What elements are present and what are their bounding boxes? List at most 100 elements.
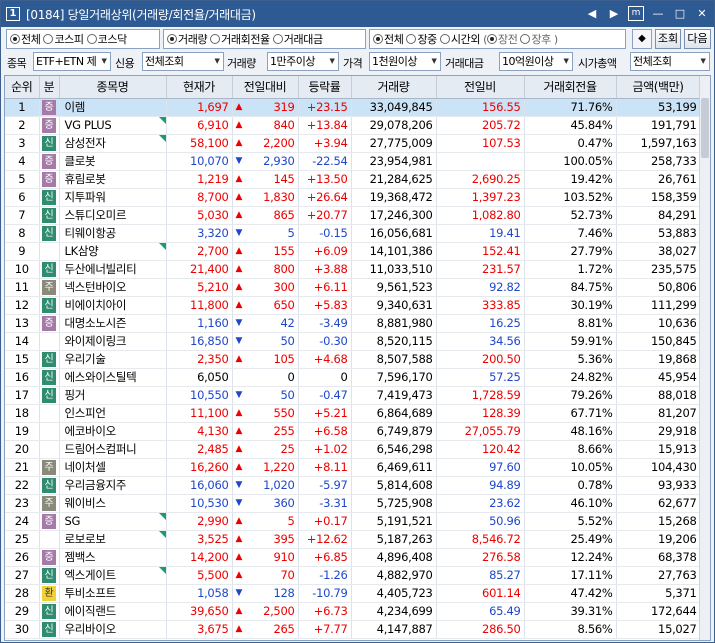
col-rank[interactable]: 순위 xyxy=(5,76,40,99)
name-cell[interactable]: 에이직랜드 xyxy=(59,602,167,621)
table-row[interactable]: 26 증 젬백스 14,200 ▲ 910 +6.85 4,896,408 276.58 12.2… xyxy=(5,548,701,567)
session-sub-radio[interactable]: 장후 xyxy=(520,31,551,47)
table-row[interactable]: 18 인스피언 11,100 ▲ 550 +5.21 6,864,689 128.39 67.7… xyxy=(5,404,701,423)
name-cell[interactable]: 투비소프트 xyxy=(59,584,167,603)
market-radio[interactable]: 코스닥 xyxy=(86,31,127,47)
next-button[interactable]: 다음 xyxy=(684,29,711,49)
table-row[interactable]: 23 주 웨이비스 10,530 ▼ 360 -3.31 5,725,908 23.62 46.1… xyxy=(5,494,701,513)
table-row[interactable]: 25 로보로보 3,525 ▲ 395 +12.62 5,187,263 8,546.72 25… xyxy=(5,530,701,549)
col-rate[interactable]: 등락률 xyxy=(298,76,352,99)
market-radio[interactable]: 전체 xyxy=(10,31,41,47)
pin-icon[interactable]: ◆ xyxy=(632,29,652,49)
memo-icon[interactable]: m xyxy=(628,6,644,21)
sort-radio[interactable]: 거래회전율 xyxy=(210,31,270,47)
table-row[interactable]: 11 주 넥스턴바이오 5,210 ▲ 300 +6.11 9,561,523 92.82 84.… xyxy=(5,278,701,297)
market-radio[interactable]: 코스피 xyxy=(43,31,84,47)
table-row[interactable]: 28 환 투비소프트 1,058 ▼ 128 -10.79 4,405,723 601.14 47… xyxy=(5,584,701,603)
close-icon[interactable]: ✕ xyxy=(694,6,710,21)
col-prev-ratio[interactable]: 전일비 xyxy=(436,76,525,99)
name-cell[interactable]: 엑스게이트 xyxy=(59,566,167,585)
name-cell[interactable]: 지투파워 xyxy=(59,188,167,207)
session-radio[interactable]: 시간외 xyxy=(439,31,480,47)
name-cell[interactable]: 젬백스 xyxy=(59,548,167,567)
credit-select[interactable]: 전체조회 ▼ xyxy=(142,52,224,71)
table-row[interactable]: 9 LK삼양 2,700 ▲ 155 +6.09 14,101,386 152.41 27.79… xyxy=(5,242,701,261)
name-cell[interactable]: 인스피언 xyxy=(59,404,167,423)
next-window-icon[interactable]: ▶ xyxy=(606,6,622,21)
table-row[interactable]: 13 증 대명소노시즌 1,160 ▼ 42 -3.49 8,881,980 16.25 8.81… xyxy=(5,314,701,333)
table-row[interactable]: 8 신 티웨이항공 3,320 ▼ 5 -0.15 16,056,681 19.41 7.46% 5… xyxy=(5,224,701,243)
table-row[interactable]: 19 에코바이오 4,130 ▲ 255 +6.58 6,749,879 27,055.79 4… xyxy=(5,422,701,441)
col-amount[interactable]: 금액(백만) xyxy=(616,76,701,99)
name-cell[interactable]: 우리기술 xyxy=(59,350,167,369)
amount-select[interactable]: 10억원이상 ▼ xyxy=(499,52,573,71)
table-row[interactable]: 27 신 엑스게이트 5,500 ▲ 70 -1.26 4,882,970 85.27 17.11… xyxy=(5,566,701,585)
name-cell[interactable]: SG xyxy=(59,512,167,531)
table-row[interactable]: 16 신 에스와이스틸텍 6,050 0 0 7,596,170 57.25 24.82% 45,… xyxy=(5,368,701,387)
name-cell[interactable]: 비에이치아이 xyxy=(59,296,167,315)
item-select[interactable]: ETF+ETN 제 ▼ xyxy=(33,52,111,71)
vertical-scrollbar[interactable] xyxy=(699,76,710,640)
name-cell[interactable]: 두산에너빌리티 xyxy=(59,260,167,279)
table-row[interactable]: 30 신 우리바이오 3,675 ▲ 265 +7.77 4,147,887 286.50 8.5… xyxy=(5,620,701,639)
name-cell[interactable]: 티웨이항공 xyxy=(59,224,167,243)
table-row[interactable]: 4 증 클로봇 10,070 ▼ 2,930 -22.54 23,954,981 100.05%… xyxy=(5,152,701,171)
price-select[interactable]: 1천원이상 ▼ xyxy=(369,52,441,71)
window: 1 [0184] 당일거래상위(거래량/회전율/거래대금) ◀ ▶ m — □ … xyxy=(0,0,715,643)
name-cell[interactable]: 에코바이오 xyxy=(59,422,167,441)
minimize-icon[interactable]: — xyxy=(650,6,666,21)
name-cell[interactable]: 드림어스컴퍼니 xyxy=(59,440,167,459)
prev-window-icon[interactable]: ◀ xyxy=(584,6,600,21)
name-cell[interactable]: 대명소노시즌 xyxy=(59,314,167,333)
table-row[interactable]: 6 신 지투파워 8,700 ▲ 1,830 +26.64 19,368,472 1,397.2… xyxy=(5,188,701,207)
name-cell[interactable]: 네이처셀 xyxy=(59,458,167,477)
scroll-thumb[interactable] xyxy=(701,98,709,158)
table-row[interactable]: 20 드림어스컴퍼니 2,485 ▲ 25 +1.02 6,546,298 120.42 8.6… xyxy=(5,440,701,459)
session-radio[interactable]: 전체 xyxy=(373,31,404,47)
table-row[interactable]: 17 신 핑거 10,550 ▼ 50 -0.47 7,419,473 1,728.59 79.2… xyxy=(5,386,701,405)
col-name[interactable]: 종목명 xyxy=(59,76,167,99)
table-row[interactable]: 21 주 네이처셀 16,260 ▲ 1,220 +8.11 6,469,611 97.60 10… xyxy=(5,458,701,477)
table-row[interactable]: 14 와이제이링크 16,850 ▼ 50 -0.30 8,520,115 34.56 59.9… xyxy=(5,332,701,351)
name-cell[interactable]: 로보로보 xyxy=(59,530,167,549)
table-row[interactable]: 24 증 SG 2,990 ▲ 5 +0.17 5,191,521 50.96 5.52% 15,2… xyxy=(5,512,701,531)
name-cell[interactable]: 핑거 xyxy=(59,386,167,405)
col-volume[interactable]: 거래량 xyxy=(351,76,437,99)
col-category[interactable]: 분 xyxy=(39,76,60,99)
name-cell[interactable]: LK삼양 xyxy=(59,242,167,261)
maximize-icon[interactable]: □ xyxy=(672,6,688,21)
table-row[interactable]: 7 신 스튜디오미르 5,030 ▲ 865 +20.77 17,246,300 1,082.8… xyxy=(5,206,701,225)
table-row[interactable]: 2 증 VG PLUS 6,910 ▲ 840 +13.84 29,078,206 205.72… xyxy=(5,116,701,135)
col-change[interactable]: 전일대비 xyxy=(232,76,299,99)
name-cell[interactable]: 스튜디오미르 xyxy=(59,206,167,225)
col-turnover[interactable]: 거래회전율 xyxy=(524,76,617,99)
name-cell[interactable]: 우리금융지주 xyxy=(59,476,167,495)
name-cell[interactable]: 와이제이링크 xyxy=(59,332,167,351)
name-cell[interactable]: VG PLUS xyxy=(59,116,167,135)
session-radio[interactable]: 장중 xyxy=(406,31,437,47)
name-cell[interactable]: 휴림로봇 xyxy=(59,170,167,189)
volume-select[interactable]: 1만주이상 ▼ xyxy=(267,52,339,71)
name-cell[interactable]: 에스와이스틸텍 xyxy=(59,368,167,387)
cap-select[interactable]: 전체조회 ▼ xyxy=(630,52,710,71)
table-row[interactable]: 15 신 우리기술 2,350 ▲ 105 +4.68 8,507,588 200.50 5.36… xyxy=(5,350,701,369)
name-cell[interactable]: 삼성전자 xyxy=(59,134,167,153)
table-row[interactable]: 12 신 비에이치아이 11,800 ▲ 650 +5.83 9,340,631 333.85 3… xyxy=(5,296,701,315)
name-cell[interactable]: 우리바이오 xyxy=(59,620,167,639)
name-cell[interactable]: 넥스턴바이오 xyxy=(59,278,167,297)
stock-name: SG xyxy=(64,514,81,528)
table-row[interactable]: 5 증 휴림로봇 1,219 ▲ 145 +13.50 21,284,625 2,690.25 1… xyxy=(5,170,701,189)
name-cell[interactable]: 클로봇 xyxy=(59,152,167,171)
table-row[interactable]: 29 신 에이직랜드 39,650 ▲ 2,500 +6.73 4,234,699 65.49 3… xyxy=(5,602,701,621)
name-cell[interactable]: 이렘 xyxy=(59,98,167,117)
table-row[interactable]: 22 신 우리금융지주 16,060 ▼ 1,020 -5.97 5,814,608 94.89… xyxy=(5,476,701,495)
session-sub-radio[interactable]: 장전 xyxy=(486,31,518,47)
sort-radio[interactable]: 거래대금 xyxy=(272,31,323,47)
table-row[interactable]: 3 신 삼성전자 58,100 ▲ 2,200 +3.94 27,775,009 107.53 0… xyxy=(5,134,701,153)
table-row[interactable]: 10 신 두산에너빌리티 21,400 ▲ 800 +3.88 11,033,510 231.5… xyxy=(5,260,701,279)
query-button[interactable]: 조회 xyxy=(655,29,681,49)
table-row[interactable]: 1 증 이렘 1,697 ▲ 319 +23.15 33,049,845 156.55 71.76… xyxy=(5,98,701,117)
col-price[interactable]: 현재가 xyxy=(166,76,233,99)
sort-radio[interactable]: 거래량 xyxy=(167,31,208,47)
name-cell[interactable]: 웨이비스 xyxy=(59,494,167,513)
